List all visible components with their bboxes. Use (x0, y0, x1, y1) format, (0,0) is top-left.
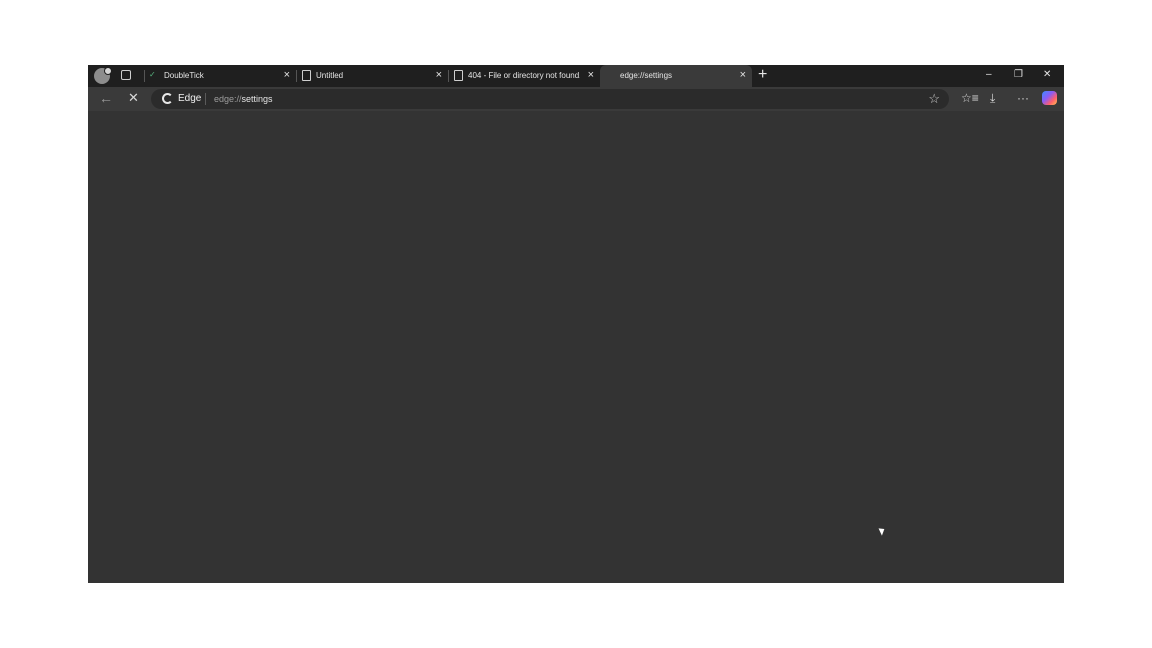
tab-doubletick[interactable]: ✓ DoubleTick × (144, 65, 296, 87)
tab-close-icon[interactable]: × (588, 69, 594, 81)
url-host: settings (241, 94, 273, 104)
new-tab-button[interactable]: + (758, 67, 767, 83)
toolbar: ← ✕ Edge edge://settings ☆ ☆≡ ⤓ ··· (88, 87, 1064, 111)
tab-label: Untitled (316, 71, 344, 80)
url-scheme: edge:// (214, 94, 242, 104)
tab-untitled[interactable]: Untitled × (296, 65, 448, 87)
tab-separator (448, 70, 449, 82)
address-bar[interactable]: Edge edge://settings ☆ (151, 89, 949, 109)
tab-404[interactable]: 404 - File or directory not found. × (448, 65, 600, 87)
browser-window: ✓ DoubleTick × Untitled × 404 - File or … (88, 65, 1064, 583)
minimize-icon[interactable]: – (986, 68, 992, 82)
close-window-icon[interactable]: ✕ (1043, 68, 1051, 82)
downloads-icon[interactable]: ⤓ (990, 91, 995, 105)
address-separator (205, 93, 206, 105)
profile-avatar[interactable] (94, 67, 112, 84)
page-content (88, 111, 1064, 583)
favorites-icon[interactable]: ☆≡ (961, 91, 979, 105)
favorite-star-icon[interactable]: ☆ (928, 91, 940, 107)
more-menu-icon[interactable]: ··· (1017, 91, 1029, 105)
page-icon (454, 70, 463, 81)
mouse-cursor-icon (878, 526, 887, 536)
tab-separator (296, 70, 297, 82)
tab-settings[interactable]: edge://settings × (600, 65, 752, 87)
restore-icon[interactable]: ❐ (1014, 68, 1023, 82)
site-label: Edge (178, 93, 202, 104)
back-icon[interactable]: ← (99, 91, 113, 105)
tab-label: DoubleTick (164, 71, 204, 80)
copilot-icon[interactable] (1042, 91, 1057, 105)
edge-icon (162, 93, 173, 104)
tab-close-icon[interactable]: × (436, 69, 442, 81)
tab-close-icon[interactable]: × (740, 69, 746, 81)
tab-label: 404 - File or directory not found. (468, 71, 580, 80)
doubletick-icon: ✓ (149, 70, 156, 79)
tab-label: edge://settings (620, 71, 673, 80)
tab-actions-icon[interactable] (121, 70, 131, 80)
page-icon (302, 70, 311, 81)
title-bar: ✓ DoubleTick × Untitled × 404 - File or … (88, 65, 1064, 87)
url-text[interactable]: edge://settings (214, 94, 273, 104)
stop-loading-icon[interactable]: ✕ (128, 91, 139, 105)
tab-close-icon[interactable]: × (284, 69, 290, 81)
tab-separator (144, 70, 145, 82)
